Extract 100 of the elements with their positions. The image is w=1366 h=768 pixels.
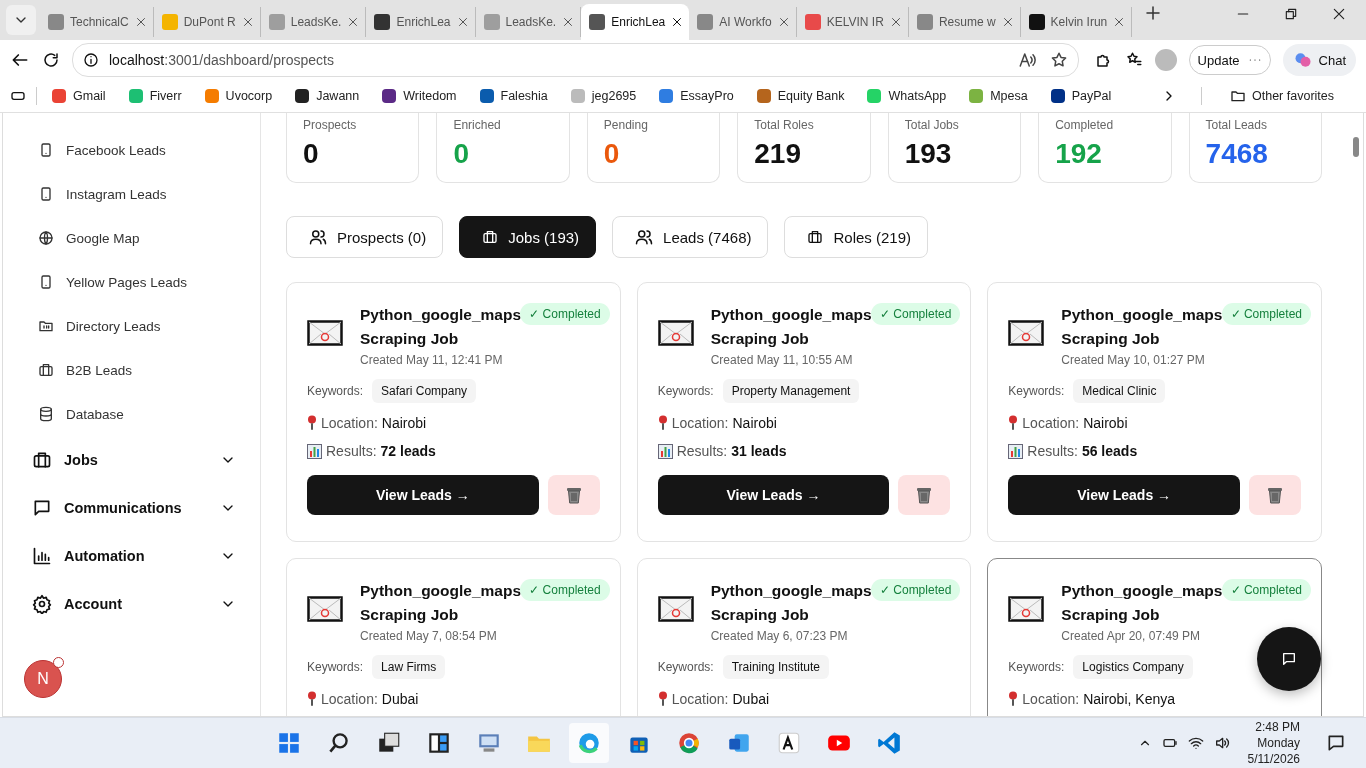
- envelope-icon: [1008, 596, 1045, 622]
- keywords-label: Keywords:: [657, 660, 714, 674]
- pin-icon: [657, 691, 668, 707]
- stat-label: Enriched: [453, 118, 502, 132]
- sidebar-item[interactable]: Yellow Pages Leads: [3, 260, 260, 304]
- browser-tab[interactable]: Resume w: [908, 7, 1021, 37]
- status-dot: [53, 657, 64, 668]
- view-tab[interactable]: Leads (7468): [612, 216, 769, 258]
- keywords-label: Keywords:: [307, 384, 364, 398]
- bookmark-link[interactable]: Uvocorp: [203, 88, 273, 104]
- user-avatar[interactable]: N: [24, 660, 62, 698]
- view-leads-button[interactable]: View Leads →: [1008, 475, 1240, 515]
- status-badge: ✓ Completed: [870, 303, 961, 325]
- browser-tab[interactable]: TechnicalC: [40, 7, 154, 37]
- sidebar-item[interactable]: Database: [3, 392, 260, 436]
- folder-icon: [1230, 88, 1246, 104]
- location-label: Location:: [321, 415, 378, 431]
- view-tab[interactable]: Prospects (0): [286, 216, 444, 258]
- trash-icon: [916, 486, 933, 504]
- bookmark-link[interactable]: Gmail: [51, 88, 106, 104]
- wifi-icon: [1187, 735, 1204, 751]
- bookmark-link[interactable]: Equity Bank: [755, 88, 845, 104]
- bookmark-link[interactable]: WhatsApp: [866, 88, 947, 104]
- users-icon: [635, 228, 654, 246]
- keyword-tag: Training Institute: [722, 655, 829, 679]
- close-icon: [671, 16, 684, 28]
- update-button[interactable]: Update: [1188, 45, 1271, 75]
- job-title: Python_google_maps Scraping Job: [360, 581, 520, 625]
- globe-icon: [38, 230, 54, 246]
- delete-button[interactable]: [547, 475, 600, 515]
- bookmark-link[interactable]: PayPal: [1049, 88, 1112, 104]
- job-title: Python_google_maps Scraping Job: [1061, 581, 1222, 625]
- browser-tab[interactable]: DuPont R: [153, 7, 261, 37]
- pin-icon: [307, 691, 317, 707]
- phone-icon: [38, 142, 54, 158]
- code-editor-icon[interactable]: [875, 730, 902, 756]
- favicon-icon: [589, 14, 606, 30]
- sidebar-group[interactable]: Communications: [3, 484, 260, 532]
- keywords-label: Keywords:: [1008, 384, 1065, 398]
- bookmark-link[interactable]: Jawann: [294, 88, 360, 104]
- results-value: 72 leads: [380, 443, 436, 459]
- bookmark-link[interactable]: jeg2695: [569, 88, 637, 104]
- stat-label: Total Leads: [1205, 118, 1268, 132]
- stat-value: 0: [603, 138, 621, 170]
- bookmark-link[interactable]: Writedom: [381, 88, 457, 104]
- sidebar-item[interactable]: Facebook Leads: [3, 128, 260, 172]
- volume-icon: [1213, 735, 1230, 751]
- results-label: Results:: [676, 443, 728, 459]
- sidebar-item[interactable]: Google Map: [3, 216, 260, 260]
- created-date: Created May 7, 08:54 PM: [360, 629, 498, 643]
- info-icon: [83, 52, 99, 68]
- bookmark-folder[interactable]: Other favorites: [1230, 88, 1334, 104]
- chat-fab[interactable]: [1257, 627, 1321, 691]
- chat-button[interactable]: Chat: [1282, 44, 1356, 76]
- tab-actions-button[interactable]: [6, 5, 36, 35]
- favicon-icon: [916, 14, 933, 30]
- view-tab[interactable]: Roles (219): [784, 216, 929, 258]
- close-icon: [1113, 16, 1126, 28]
- job-title: Python_google_maps Scraping Job: [360, 305, 520, 349]
- results-label: Results:: [1027, 443, 1078, 459]
- bookmark-icon: [866, 88, 883, 104]
- bar-chart-icon: [1008, 443, 1024, 459]
- url-text: localhost:3001/dashboard/prospects: [109, 52, 334, 68]
- results-value: 31 leads: [731, 443, 787, 459]
- bar-chart-icon: [657, 443, 673, 459]
- envelope-icon: [307, 320, 343, 346]
- view-leads-button[interactable]: View Leads →: [307, 475, 539, 515]
- browser-tab[interactable]: Kelvin Irun: [1020, 7, 1133, 37]
- stat-label: Completed: [1055, 118, 1115, 132]
- browser-tab[interactable]: AI Workfo: [689, 7, 797, 37]
- keyword-tag: Property Management: [722, 379, 860, 403]
- clock[interactable]: 2:48 PM Monday 5/11/2026: [1247, 719, 1300, 767]
- sidebar-group[interactable]: Automation: [3, 532, 260, 580]
- address-field[interactable]: localhost:3001/dashboard/prospects: [72, 43, 1079, 77]
- close-icon: [562, 16, 575, 28]
- browser-tab[interactable]: KELVIN IR: [796, 7, 909, 37]
- browser-tab[interactable]: EnrichLea: [581, 4, 690, 40]
- browser-tab[interactable]: LeadsKe.: [475, 7, 582, 37]
- bookmark-link[interactable]: EssayPro: [658, 88, 734, 104]
- delete-button[interactable]: [1249, 475, 1301, 515]
- job-title: Python_google_maps Scraping Job: [710, 305, 871, 349]
- bookmark-icon: [478, 88, 495, 104]
- bookmark-link[interactable]: Fiverr: [127, 88, 182, 104]
- browser-tab[interactable]: EnrichLea: [366, 7, 476, 37]
- view-tab[interactable]: Jobs (193): [459, 216, 597, 258]
- delete-button[interactable]: [898, 475, 951, 515]
- view-leads-button[interactable]: View Leads →: [657, 475, 890, 515]
- phone-icon: [38, 186, 54, 202]
- sidebar-group[interactable]: Account: [3, 580, 260, 628]
- notification-icon: [1326, 733, 1346, 753]
- stat-label: Prospects: [303, 118, 358, 132]
- status-badge: ✓ Completed: [520, 579, 610, 601]
- sidebar-item[interactable]: B2B Leads: [3, 348, 260, 392]
- browser-tab[interactable]: LeadsKe.: [260, 7, 367, 37]
- bookmark-link[interactable]: Mpesa: [968, 88, 1028, 104]
- sidebar-item[interactable]: Directory Leads: [3, 304, 260, 348]
- scrollbar-thumb[interactable]: [1353, 137, 1359, 157]
- sidebar-item[interactable]: Instagram Leads: [3, 172, 260, 216]
- bookmark-link[interactable]: Faleshia: [478, 88, 548, 104]
- sidebar-group[interactable]: Jobs: [3, 436, 260, 484]
